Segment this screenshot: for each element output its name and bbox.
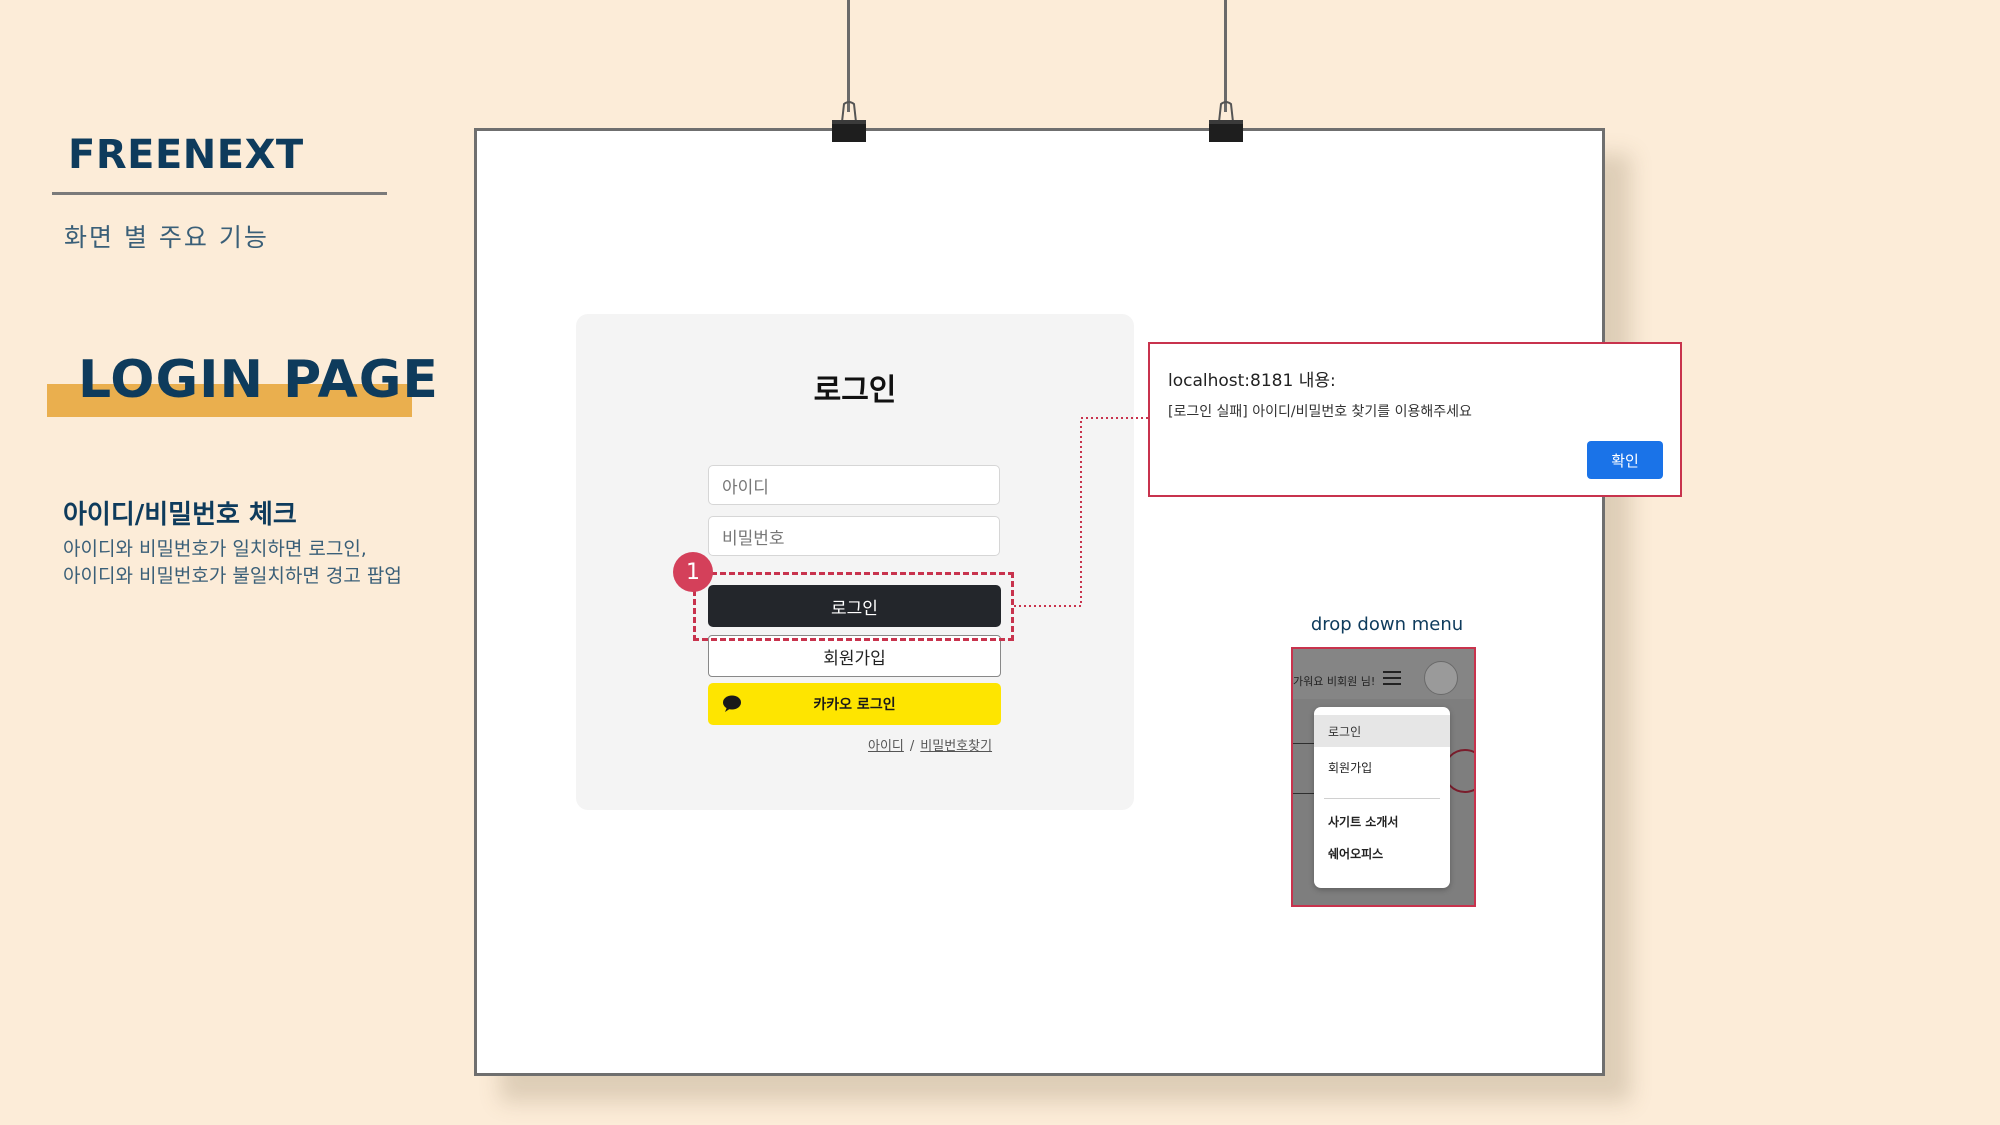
dropdown-menu: 로그인 회원가입 사기트 소개서 쉐어오피스 (1314, 707, 1450, 888)
alert-title: localhost:8181 내용: (1168, 371, 1336, 391)
binder-clip-icon (832, 101, 866, 142)
binder-clip-icon (1209, 101, 1243, 142)
hanging-wire (1224, 0, 1227, 112)
feature-description-line: 아이디와 비밀번호가 불일치하면 경고 팝업 (63, 565, 402, 587)
hamburger-menu-icon[interactable] (1383, 671, 1401, 685)
find-account-links: 아이디 / 비밀번호찾기 (868, 735, 992, 754)
alert-ok-button[interactable]: 확인 (1587, 441, 1663, 479)
kakao-login-button[interactable]: 카카오 로그인 (708, 683, 1001, 725)
id-input[interactable]: 아이디 (708, 465, 1000, 505)
greeting-text: 가워요 비회원 님! (1293, 675, 1376, 688)
kakao-chat-icon (723, 695, 741, 712)
dropdown-caption: drop down menu (1310, 614, 1464, 635)
menu-item-login[interactable]: 로그인 (1314, 715, 1450, 747)
link-separator: / (909, 739, 915, 754)
menu-item-site-intro[interactable]: 사기트 소개서 (1314, 805, 1450, 837)
feature-description: 아이디와 비밀번호가 일치하면 로그인, 아이디와 비밀번호가 불일치하면 경고… (63, 536, 402, 590)
menu-item-join[interactable]: 회원가입 (1314, 751, 1450, 783)
feature-description-line: 아이디와 비밀번호가 일치하면 로그인, (63, 538, 367, 560)
section-subtitle: 화면 별 주요 기능 (64, 223, 269, 252)
alert-message: [로그인 실패] 아이디/비밀번호 찾기를 이용해주세요 (1168, 404, 1472, 420)
page-title: LOGIN PAGE (78, 350, 439, 410)
hanging-wire (847, 0, 850, 112)
brand-title: FREENEXT (68, 132, 304, 178)
join-button[interactable]: 회원가입 (708, 635, 1001, 677)
kakao-login-label: 카카오 로그인 (813, 697, 896, 713)
step-badge: 1 (673, 552, 713, 592)
password-input[interactable]: 비밀번호 (708, 516, 1000, 556)
brand-divider (52, 192, 387, 195)
alert-dialog: localhost:8181 내용: [로그인 실패] 아이디/비밀번호 찾기를… (1148, 342, 1682, 497)
login-title: 로그인 (813, 373, 897, 408)
menu-item-share-office[interactable]: 쉐어오피스 (1314, 837, 1450, 869)
feature-title: 아이디/비밀번호 체크 (63, 500, 297, 530)
menu-divider (1324, 798, 1440, 799)
dropdown-preview: 가워요 비회원 님! 로그인 회원가입 사기트 소개서 쉐어오피스 (1291, 647, 1476, 907)
find-id-link[interactable]: 아이디 (868, 739, 904, 754)
avatar-icon[interactable] (1424, 661, 1458, 695)
highlight-dashed-box (693, 572, 1014, 641)
find-password-link[interactable]: 비밀번호찾기 (920, 739, 992, 754)
